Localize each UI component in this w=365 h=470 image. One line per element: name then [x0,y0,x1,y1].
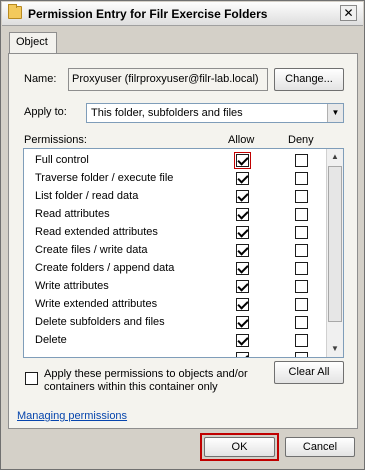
permission-row: Create files / write data [24,242,327,260]
cancel-label: Cancel [302,441,338,453]
permission-row [24,350,327,357]
allow-checkbox[interactable] [236,298,249,311]
allow-checkbox[interactable] [236,280,249,293]
permission-label: Read extended attributes [35,226,158,238]
ok-label: OK [231,441,248,453]
permission-label: Read attributes [35,208,110,220]
permission-row: Delete [24,332,327,350]
object-tab-panel: Name: Proxyuser (filrproxyuser@filr-lab.… [8,53,358,429]
permission-row: Full control [24,152,327,170]
permission-label: Full control [35,154,89,166]
scroll-up-icon[interactable]: ▲ [327,149,343,165]
allow-checkbox[interactable] [236,262,249,275]
clear-all-button[interactable]: Clear All [274,361,344,384]
allow-checkbox[interactable] [236,352,249,357]
allow-checkbox[interactable] [236,226,249,239]
permission-row: Write attributes [24,278,327,296]
deny-checkbox[interactable] [295,244,308,257]
scroll-down-icon[interactable]: ▼ [327,341,343,357]
deny-checkbox[interactable] [295,190,308,203]
tab-object-label: Object [16,36,48,48]
permissions-header: Permissions: [24,134,87,146]
allow-checkbox[interactable] [236,244,249,257]
permission-row: Write extended attributes [24,296,327,314]
permission-entry-dialog: Permission Entry for Filr Exercise Folde… [0,0,365,470]
tab-object[interactable]: Object [9,32,57,54]
apply-to-container-checkbox[interactable] [25,372,38,385]
folder-icon [8,4,22,19]
deny-header: Deny [288,134,314,146]
allow-checkbox[interactable] [236,190,249,203]
deny-checkbox[interactable] [295,298,308,311]
deny-checkbox[interactable] [295,154,308,167]
scrollbar-thumb[interactable] [328,166,342,322]
deny-checkbox[interactable] [295,316,308,329]
allow-checkbox[interactable] [236,316,249,329]
name-field: Proxyuser (filrproxyuser@filr-lab.local) [68,68,268,91]
allow-header: Allow [228,134,255,146]
deny-checkbox[interactable] [295,334,308,347]
managing-permissions-link[interactable]: Managing permissions [17,410,127,422]
close-icon: ✕ [343,6,354,20]
allow-checkbox[interactable] [236,334,249,347]
permission-label: Traverse folder / execute file [35,172,174,184]
permission-label: List folder / read data [35,190,139,202]
apply-to-value: This folder, subfolders and files [91,107,243,119]
deny-checkbox[interactable] [295,226,308,239]
deny-checkbox[interactable] [295,280,308,293]
permission-row: Traverse folder / execute file [24,170,327,188]
permission-row: Delete subfolders and files [24,314,327,332]
change-button-label: Change... [285,73,333,85]
permission-label: Create files / write data [35,244,148,256]
clear-all-label: Clear All [288,366,330,378]
permission-row: Create folders / append data [24,260,327,278]
permission-row: List folder / read data [24,188,327,206]
allow-checkbox[interactable] [234,152,251,169]
ok-button[interactable]: OK [204,437,275,457]
allow-checkbox[interactable] [236,208,249,221]
window-title: Permission Entry for Filr Exercise Folde… [28,7,268,21]
permissions-scrollbar[interactable]: ▲ ▼ [326,149,343,357]
deny-checkbox[interactable] [295,172,308,185]
change-button[interactable]: Change... [274,68,344,91]
chevron-down-icon[interactable]: ▼ [327,104,343,122]
title-bar: Permission Entry for Filr Exercise Folde… [2,2,363,26]
name-value: Proxyuser (filrproxyuser@filr-lab.local) [72,73,259,85]
permission-label: Write extended attributes [35,298,158,310]
apply-to-select[interactable]: This folder, subfolders and files ▼ [86,103,344,123]
deny-checkbox[interactable] [295,208,308,221]
permission-label: Delete subfolders and files [35,316,165,328]
permission-label: Write attributes [35,280,109,292]
close-button[interactable]: ✕ [340,5,357,21]
apply-to-container-label: Apply these permissions to objects and/o… [44,368,248,393]
permission-row: Read attributes [24,206,327,224]
allow-checkbox[interactable] [236,172,249,185]
permissions-list[interactable]: Delete Delete subfolders and files Write e… [23,148,344,358]
apply-to-label: Apply to: [24,106,67,118]
name-label: Name: [24,73,57,85]
deny-checkbox[interactable] [295,352,308,357]
cancel-button[interactable]: Cancel [285,437,355,457]
permission-row: Read extended attributes [24,224,327,242]
permission-label: Delete [35,334,67,346]
deny-checkbox[interactable] [295,262,308,275]
permission-label: Create folders / append data [35,262,175,274]
